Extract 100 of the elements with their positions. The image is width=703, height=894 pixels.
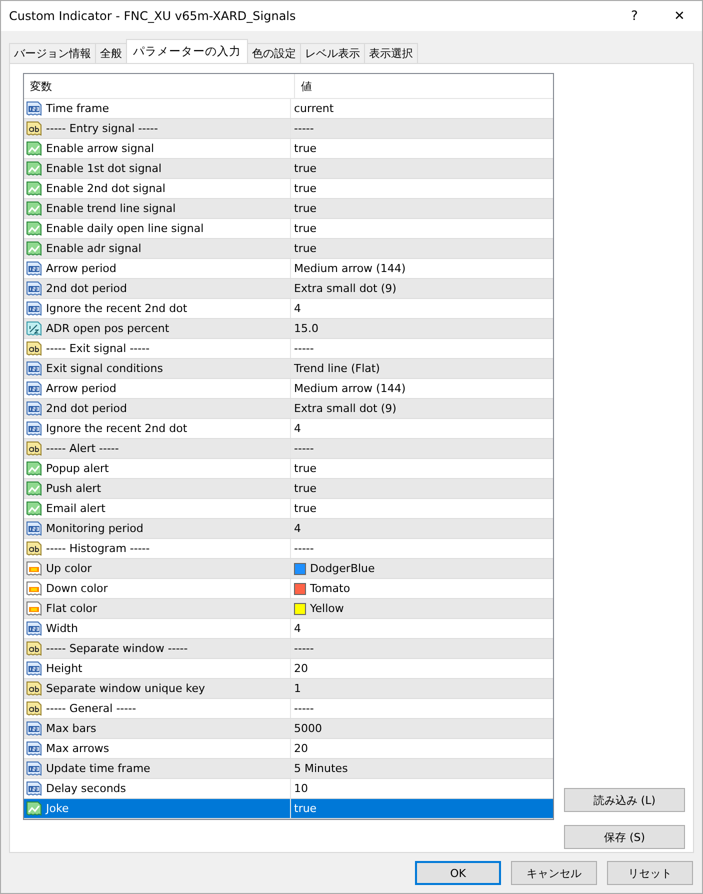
table-row[interactable]: Email alert true bbox=[24, 499, 553, 519]
parameter-name: 2nd dot period bbox=[46, 402, 128, 415]
parameter-name: Enable daily open line signal bbox=[46, 222, 204, 235]
chart-line-icon bbox=[26, 460, 42, 476]
dialog-button[interactable]: リセット bbox=[607, 861, 693, 885]
tab[interactable]: バージョン情報 bbox=[9, 43, 96, 63]
table-row[interactable]: Ignore the recent 2nd dot 4 bbox=[24, 299, 553, 319]
parameter-value: 4 bbox=[294, 622, 301, 635]
table-row[interactable]: Flat color Yellow bbox=[24, 599, 553, 619]
table-row[interactable]: Delay seconds 10 bbox=[24, 779, 553, 799]
table-row[interactable]: ----- Entry signal ----- ----- bbox=[24, 119, 553, 139]
table-row[interactable]: Popup alert true bbox=[24, 459, 553, 479]
column-header: 値 bbox=[300, 78, 313, 94]
table-row[interactable]: Arrow period Medium arrow (144) bbox=[24, 379, 553, 399]
table-row[interactable]: Arrow period Medium arrow (144) bbox=[24, 259, 553, 279]
parameter-value: DodgerBlue bbox=[310, 562, 375, 575]
table-row[interactable]: Max arrows 20 bbox=[24, 739, 553, 759]
integer-type-icon bbox=[26, 420, 42, 436]
parameter-value: ----- bbox=[294, 342, 314, 355]
table-row[interactable]: Update time frame 5 Minutes bbox=[24, 759, 553, 779]
tab[interactable]: 表示選択 bbox=[364, 43, 418, 63]
chart-line-icon bbox=[26, 220, 42, 236]
chart-line-icon bbox=[26, 480, 42, 496]
table-row[interactable]: ----- Separate window ----- ----- bbox=[24, 639, 553, 659]
parameter-name: Height bbox=[46, 662, 82, 675]
integer-type-icon bbox=[26, 300, 42, 316]
table-row[interactable]: Down color Tomato bbox=[24, 579, 553, 599]
table-row[interactable]: ADR open pos percent 15.0 bbox=[24, 319, 553, 339]
table-row[interactable]: ----- Histogram ----- ----- bbox=[24, 539, 553, 559]
parameter-value: true bbox=[294, 802, 317, 815]
dialog-button[interactable]: OK bbox=[415, 861, 501, 885]
parameter-value: true bbox=[294, 502, 317, 515]
parameter-name: ----- General ----- bbox=[46, 702, 136, 715]
parameter-value: 5 Minutes bbox=[294, 762, 348, 775]
parameter-name: ----- Exit signal ----- bbox=[46, 342, 150, 355]
parameter-value: ----- bbox=[294, 542, 314, 555]
table-row[interactable]: Enable 1st dot signal true bbox=[24, 159, 553, 179]
integer-type-icon bbox=[26, 280, 42, 296]
parameter-value: true bbox=[294, 222, 317, 235]
parameter-name: Delay seconds bbox=[46, 782, 126, 795]
table-row[interactable]: Height 20 bbox=[24, 659, 553, 679]
table-row[interactable]: 2nd dot period Extra small dot (9) bbox=[24, 399, 553, 419]
parameter-name: Ignore the recent 2nd dot bbox=[46, 302, 188, 315]
table-row[interactable]: Enable 2nd dot signal true bbox=[24, 179, 553, 199]
table-row[interactable]: Enable trend line signal true bbox=[24, 199, 553, 219]
color-type-icon bbox=[26, 560, 42, 576]
parameter-value: Extra small dot (9) bbox=[294, 282, 396, 295]
parameter-name: 2nd dot period bbox=[46, 282, 128, 295]
tab[interactable]: パラメーターの入力 bbox=[126, 39, 248, 63]
integer-type-icon bbox=[26, 740, 42, 756]
chart-line-icon bbox=[26, 160, 42, 176]
table-row[interactable]: ----- Exit signal ----- ----- bbox=[24, 339, 553, 359]
integer-type-icon bbox=[26, 620, 42, 636]
table-row[interactable]: Max bars 5000 bbox=[24, 719, 553, 739]
parameter-value: true bbox=[294, 162, 317, 175]
parameter-value: true bbox=[294, 242, 317, 255]
chart-line-icon bbox=[26, 140, 42, 156]
parameter-name: Update time frame bbox=[46, 762, 150, 775]
table-row[interactable]: Enable daily open line signal true bbox=[24, 219, 553, 239]
integer-type-icon bbox=[26, 400, 42, 416]
table-row[interactable]: ----- Alert ----- ----- bbox=[24, 439, 553, 459]
side-button[interactable]: 読み込み (L) bbox=[564, 788, 685, 812]
parameter-name: Arrow period bbox=[46, 382, 116, 395]
table-row[interactable]: 2nd dot period Extra small dot (9) bbox=[24, 279, 553, 299]
integer-type-icon bbox=[26, 360, 42, 376]
table-row[interactable]: Width 4 bbox=[24, 619, 553, 639]
parameter-value: 5000 bbox=[294, 722, 322, 735]
parameter-value: 4 bbox=[294, 522, 301, 535]
parameter-value: current bbox=[294, 102, 334, 115]
chart-line-icon bbox=[26, 500, 42, 516]
parameter-value: 4 bbox=[294, 302, 301, 315]
parameter-value: true bbox=[294, 142, 317, 155]
table-row[interactable]: Enable adr signal true bbox=[24, 239, 553, 259]
table-row[interactable]: Exit signal conditions Trend line (Flat) bbox=[24, 359, 553, 379]
table-row[interactable]: ----- General ----- ----- bbox=[24, 699, 553, 719]
parameter-value: ----- bbox=[294, 442, 314, 455]
parameter-name: Flat color bbox=[46, 602, 98, 615]
parameter-value: ----- bbox=[294, 702, 314, 715]
table-row[interactable]: Enable arrow signal true bbox=[24, 139, 553, 159]
table-row[interactable]: Up color DodgerBlue bbox=[24, 559, 553, 579]
color-type-icon bbox=[26, 580, 42, 596]
table-row[interactable]: Push alert true bbox=[24, 479, 553, 499]
string-type-icon bbox=[26, 340, 42, 356]
parameter-name: Ignore the recent 2nd dot bbox=[46, 422, 188, 435]
dialog-button[interactable]: キャンセル bbox=[511, 861, 597, 885]
parameter-value: 15.0 bbox=[294, 322, 318, 335]
parameter-value: 4 bbox=[294, 422, 301, 435]
table-row[interactable]: Time frame current bbox=[24, 99, 553, 119]
string-type-icon bbox=[26, 120, 42, 136]
side-button[interactable]: 保存 (S) bbox=[564, 825, 685, 849]
parameter-name: Width bbox=[46, 622, 78, 635]
table-row[interactable]: Joke true bbox=[24, 799, 553, 819]
parameter-value: 1 bbox=[294, 682, 301, 695]
integer-type-icon bbox=[26, 520, 42, 536]
table-row[interactable]: Monitoring period 4 bbox=[24, 519, 553, 539]
fraction-type-icon bbox=[26, 320, 42, 336]
chart-line-icon bbox=[26, 180, 42, 196]
parameter-name: Popup alert bbox=[46, 462, 109, 475]
table-row[interactable]: Separate window unique key 1 bbox=[24, 679, 553, 699]
table-row[interactable]: Ignore the recent 2nd dot 4 bbox=[24, 419, 553, 439]
